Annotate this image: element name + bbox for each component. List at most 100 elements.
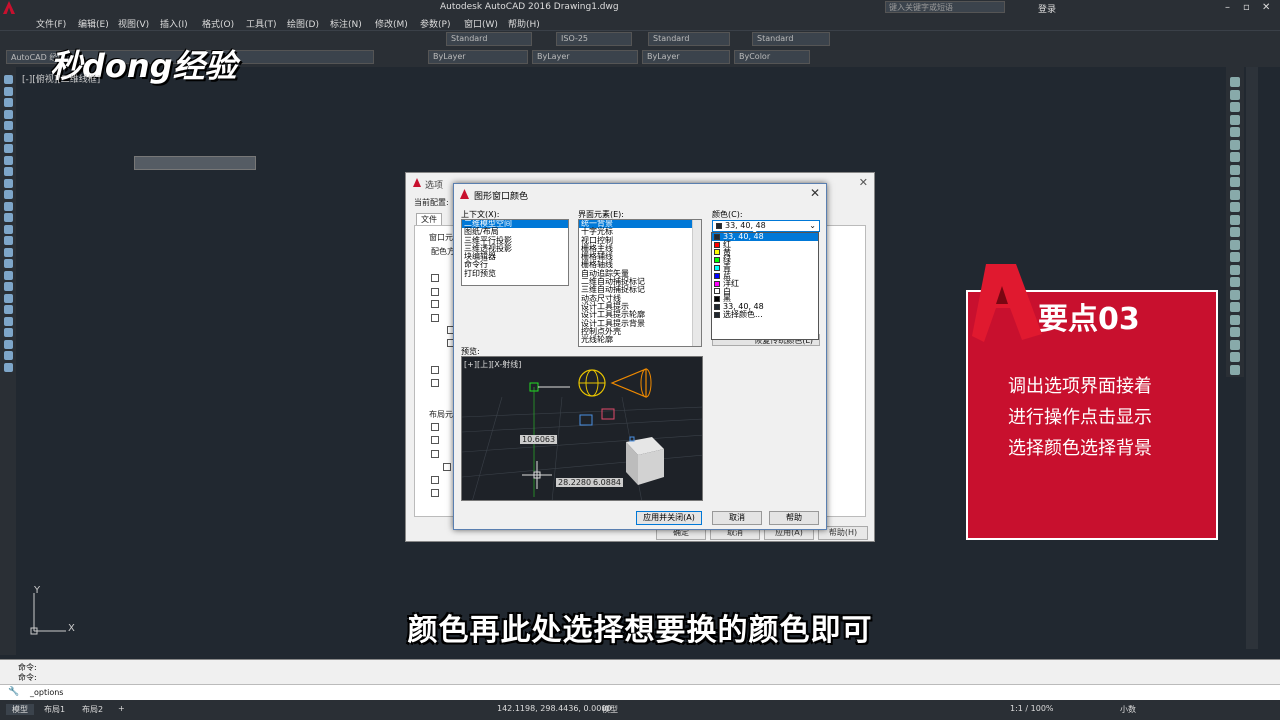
element-list-item[interactable]: 光线轮廓 bbox=[579, 335, 701, 344]
chevron-down-icon[interactable]: ⌄ bbox=[809, 221, 816, 231]
modify-tool-icon[interactable] bbox=[1230, 302, 1240, 312]
draw-tool-icon[interactable] bbox=[4, 213, 13, 222]
mleader-style-select[interactable]: Standard bbox=[752, 32, 830, 46]
draw-tool-icon[interactable] bbox=[4, 362, 13, 372]
add-layout-icon[interactable]: + bbox=[118, 704, 125, 713]
modify-tool-icon[interactable] bbox=[1230, 214, 1240, 225]
draw-tool-icon[interactable] bbox=[4, 339, 13, 349]
draw-tool-icon[interactable] bbox=[4, 190, 13, 199]
draw-tool-icon[interactable] bbox=[4, 351, 13, 360]
color-select[interactable]: 33, 40, 48 ⌄ bbox=[712, 220, 820, 232]
modify-tool-icon[interactable] bbox=[1230, 239, 1240, 250]
menu-item[interactable]: 窗口(W) bbox=[464, 17, 498, 30]
draw-tool-icon[interactable] bbox=[4, 86, 13, 96]
lineweight-select[interactable]: ByLayer bbox=[642, 50, 730, 64]
draw-tool-icon[interactable] bbox=[4, 178, 13, 188]
draw-tool-icon[interactable] bbox=[4, 121, 13, 130]
checkbox[interactable] bbox=[431, 423, 439, 431]
cancel-button[interactable]: 取消 bbox=[712, 511, 762, 525]
menu-item[interactable]: 参数(P) bbox=[420, 17, 450, 30]
color-control-select[interactable]: ByLayer bbox=[428, 50, 528, 64]
model-space-button[interactable]: 模型 bbox=[602, 704, 618, 715]
dim-style-select[interactable]: ISO-25 bbox=[556, 32, 632, 46]
modify-tool-icon[interactable] bbox=[1230, 177, 1240, 187]
checkbox[interactable] bbox=[431, 300, 439, 308]
modify-tool-icon[interactable] bbox=[1230, 114, 1240, 125]
modify-tool-icon[interactable] bbox=[1230, 152, 1240, 162]
modify-tool-icon[interactable] bbox=[1230, 264, 1240, 275]
viewport-controls[interactable]: [-][俯视][二维线框] bbox=[22, 72, 100, 85]
menu-item[interactable]: 编辑(E) bbox=[78, 17, 109, 30]
minimize-icon[interactable]: – bbox=[1225, 2, 1230, 13]
draw-tool-icon[interactable] bbox=[4, 109, 13, 119]
draw-tool-icon[interactable] bbox=[4, 167, 13, 176]
menu-item[interactable]: 帮助(H) bbox=[508, 17, 540, 30]
checkbox[interactable] bbox=[431, 476, 439, 484]
modify-tool-icon[interactable] bbox=[1230, 339, 1240, 350]
draw-tool-icon[interactable] bbox=[4, 247, 13, 257]
checkbox[interactable] bbox=[431, 450, 439, 458]
modify-tool-icon[interactable] bbox=[1230, 227, 1240, 237]
plotstyle-select[interactable]: ByColor bbox=[734, 50, 810, 64]
modify-tool-icon[interactable] bbox=[1230, 289, 1240, 300]
close-icon[interactable]: ✕ bbox=[1262, 2, 1270, 13]
modify-tool-icon[interactable] bbox=[1230, 89, 1240, 100]
login-link[interactable]: 登录 bbox=[1038, 2, 1056, 15]
menu-item[interactable]: 工具(T) bbox=[246, 17, 277, 30]
menu-item[interactable]: 修改(M) bbox=[375, 17, 408, 30]
draw-tool-icon[interactable] bbox=[4, 236, 13, 245]
modify-tool-icon[interactable] bbox=[1230, 189, 1240, 200]
menu-item[interactable]: 格式(O) bbox=[202, 17, 234, 30]
modify-tool-icon[interactable] bbox=[1230, 139, 1240, 150]
context-list[interactable]: 二维模型空间 图纸/布局 三维平行投影 三维透视投影 块编辑器 命令行 打印预览 bbox=[461, 219, 569, 286]
tab-layout1[interactable]: 布局1 bbox=[44, 704, 65, 715]
element-list-scrollbar[interactable] bbox=[692, 220, 701, 346]
modify-tool-icon[interactable] bbox=[1230, 277, 1240, 287]
checkbox[interactable] bbox=[431, 314, 439, 322]
units-select[interactable]: 小数 bbox=[1120, 704, 1136, 715]
checkbox[interactable] bbox=[431, 274, 439, 282]
menu-item[interactable]: 绘图(D) bbox=[287, 17, 319, 30]
draw-tool-icon[interactable] bbox=[4, 293, 13, 303]
menu-item[interactable]: 标注(N) bbox=[330, 17, 362, 30]
close-icon[interactable]: ✕ bbox=[810, 186, 820, 200]
vertical-scrollbar[interactable] bbox=[1246, 67, 1258, 649]
checkbox[interactable] bbox=[431, 366, 439, 374]
draw-tool-icon[interactable] bbox=[4, 75, 13, 84]
draw-tool-icon[interactable] bbox=[4, 132, 13, 142]
close-icon[interactable]: ✕ bbox=[859, 176, 868, 189]
apply-close-button[interactable]: 应用并关闭(A) bbox=[636, 511, 702, 525]
modify-tool-icon[interactable] bbox=[1230, 164, 1240, 175]
checkbox[interactable] bbox=[443, 463, 451, 471]
text-style-select[interactable]: Standard bbox=[446, 32, 532, 46]
autocad-logo-icon[interactable] bbox=[3, 1, 15, 14]
command-input[interactable]: 🔧 _options bbox=[0, 684, 1280, 700]
draw-tool-icon[interactable] bbox=[4, 155, 13, 165]
search-input[interactable]: 键入关键字或短语 bbox=[885, 1, 1005, 13]
draw-tool-icon[interactable] bbox=[4, 259, 13, 268]
tab-model[interactable]: 模型 bbox=[6, 704, 34, 715]
draw-tool-icon[interactable] bbox=[4, 224, 13, 234]
modify-tool-icon[interactable] bbox=[1230, 127, 1240, 137]
draw-tool-icon[interactable] bbox=[4, 282, 13, 291]
modify-tool-icon[interactable] bbox=[1230, 314, 1240, 325]
element-list[interactable]: 统一背景 十字光标 视口控制 栅格主线 栅格辅线 栅格轴线 自动追踪矢量 二维自动捕捉标记 三维… bbox=[578, 219, 702, 347]
annotation-scale[interactable]: 1:1 / 100% bbox=[1010, 704, 1054, 713]
modify-tool-icon[interactable] bbox=[1230, 102, 1240, 112]
draw-tool-icon[interactable] bbox=[4, 201, 13, 211]
menu-item[interactable]: 文件(F) bbox=[36, 17, 66, 30]
linetype-select[interactable]: ByLayer bbox=[532, 50, 638, 64]
floating-view-toolbar[interactable] bbox=[134, 156, 256, 170]
checkbox[interactable] bbox=[431, 436, 439, 444]
checkbox[interactable] bbox=[431, 489, 439, 497]
table-style-select[interactable]: Standard bbox=[648, 32, 730, 46]
modify-tool-icon[interactable] bbox=[1230, 252, 1240, 262]
modify-tool-icon[interactable] bbox=[1230, 77, 1240, 87]
draw-tool-icon[interactable] bbox=[4, 328, 13, 337]
menu-item[interactable]: 视图(V) bbox=[118, 17, 149, 30]
draw-tool-icon[interactable] bbox=[4, 270, 13, 280]
modify-tool-icon[interactable] bbox=[1230, 364, 1240, 375]
color-dropdown-list[interactable]: 33, 40, 48 红黄绿青蓝洋红白黑 33, 40, 48 选择颜色... bbox=[711, 232, 819, 340]
draw-tool-icon[interactable] bbox=[4, 98, 13, 107]
menu-item[interactable]: 插入(I) bbox=[160, 17, 188, 30]
